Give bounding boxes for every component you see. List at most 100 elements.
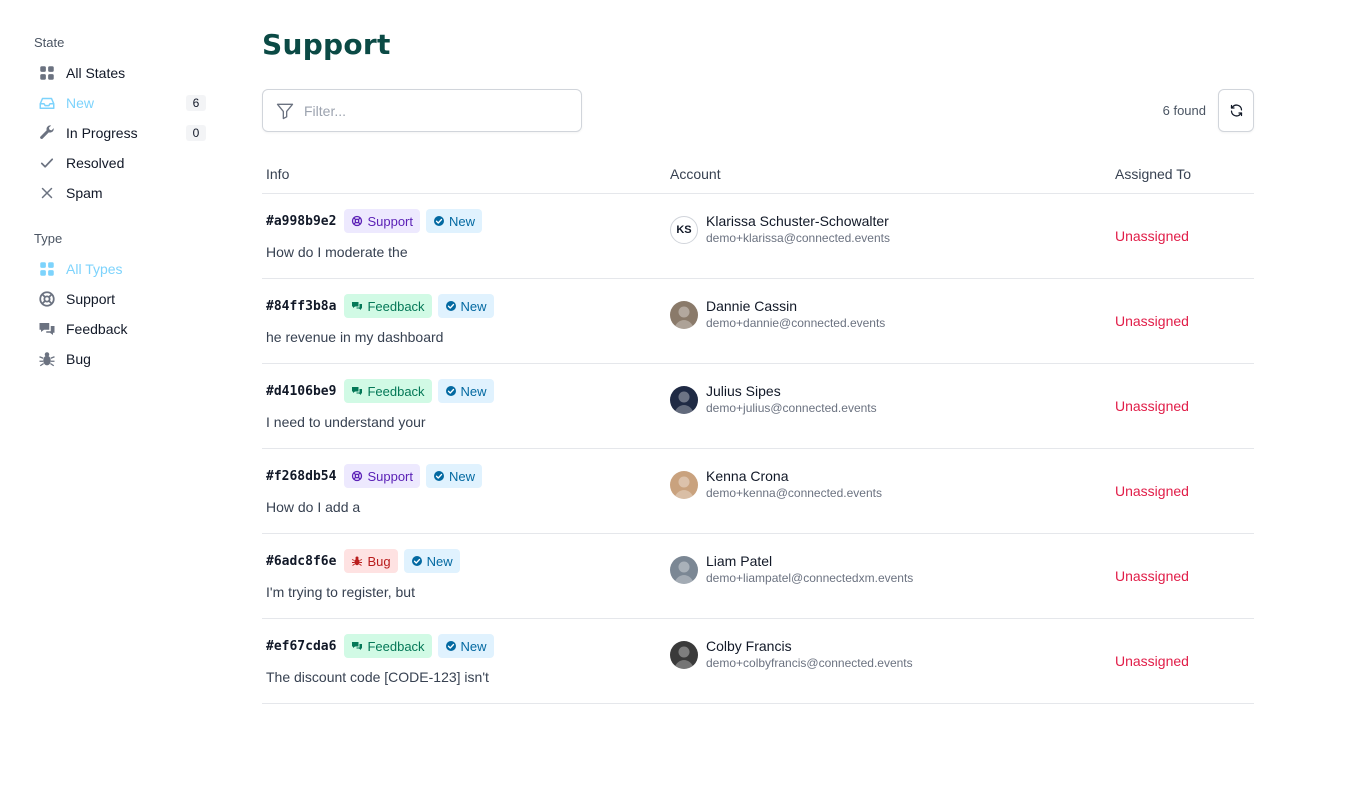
- ticket-id: #f268db54: [266, 468, 337, 484]
- ticket-snippet: I'm trying to register, but: [266, 584, 415, 600]
- account-details: Dannie Cassin demo+dannie@connected.event…: [706, 298, 885, 331]
- refresh-button[interactable]: [1218, 89, 1254, 132]
- account-email: demo+dannie@connected.events: [706, 316, 886, 330]
- sidebar-item-label: All Types: [66, 261, 123, 277]
- ticket-id: #6adc8f6e: [266, 553, 337, 569]
- ticket-snippet: he revenue in my dashboard: [266, 329, 444, 345]
- avatar: [670, 470, 698, 499]
- column-header-info[interactable]: Info: [266, 166, 289, 182]
- table-row[interactable]: #ef67cda6 Feedback New The discount code [C…: [262, 619, 1254, 704]
- account-cell[interactable]: Colby Francis demo+colbyfrancis@connected…: [670, 638, 913, 671]
- account-cell[interactable]: Liam Patel demo+liampatel@connectedxm.eve…: [670, 553, 913, 586]
- type-badge: Feedback: [344, 379, 432, 403]
- badge-label: Feedback: [367, 298, 425, 314]
- sidebar-item-feedback[interactable]: Feedback: [34, 314, 206, 344]
- lifebuoy-icon: [351, 215, 367, 227]
- sidebar-item-bug[interactable]: Bug: [34, 344, 206, 374]
- badge-label: New: [460, 298, 487, 314]
- ticket-id: #a998b9e2: [266, 213, 337, 229]
- count-badge: 6: [186, 95, 206, 111]
- assigned-to[interactable]: Unassigned: [1115, 568, 1189, 584]
- assigned-to[interactable]: Unassigned: [1115, 483, 1189, 499]
- badge-label: New: [449, 468, 476, 484]
- status-badge: New: [437, 634, 494, 658]
- table-row[interactable]: #84ff3b8a Feedback New he revenue in my das…: [262, 279, 1254, 364]
- account-name: Julius Sipes: [706, 383, 781, 399]
- sidebar-item-new[interactable]: New 6: [34, 88, 206, 118]
- ticket-header: #f268db54 Support New: [266, 464, 488, 488]
- account-email: demo+julius@connected.events: [706, 401, 877, 415]
- account-cell[interactable]: Dannie Cassin demo+dannie@connected.event…: [670, 298, 885, 331]
- sidebar-item-support[interactable]: Support: [34, 284, 206, 314]
- table-row[interactable]: #6adc8f6e Bug New I'm trying to register, b…: [262, 534, 1254, 619]
- account-name: Klarissa Schuster-Schowalter: [706, 213, 889, 229]
- column-header-assigned[interactable]: Assigned To: [1115, 166, 1191, 182]
- badge-label: New: [449, 213, 476, 229]
- table-header: Info Account Assigned To: [262, 155, 1254, 194]
- chat-bubbles-icon: [351, 640, 367, 652]
- status-badge: New: [426, 464, 483, 488]
- table-row[interactable]: #f268db54 Support New How do I add a Kenna C…: [262, 449, 1254, 534]
- type-badge: Bug: [344, 549, 398, 573]
- type-section-title: Type: [34, 231, 63, 246]
- check-circle-icon: [433, 470, 449, 482]
- x-icon: [38, 184, 56, 202]
- account-cell[interactable]: Kenna Crona demo+kenna@connected.events: [670, 468, 882, 501]
- account-details: Kenna Crona demo+kenna@connected.events: [706, 468, 882, 501]
- badge-label: New: [460, 638, 487, 654]
- account-details: Colby Francis demo+colbyfrancis@connected…: [706, 638, 913, 671]
- badge-label: Feedback: [367, 638, 425, 654]
- assigned-to[interactable]: Unassigned: [1115, 228, 1189, 244]
- account-email: demo+klarissa@connected.events: [706, 231, 890, 245]
- sidebar-item-label: All States: [66, 65, 126, 81]
- filter-input[interactable]: [304, 102, 564, 119]
- page-title: Support: [262, 28, 391, 61]
- ticket-header: #ef67cda6 Feedback New: [266, 634, 500, 658]
- chat-bubbles-icon: [38, 320, 56, 338]
- avatar: [670, 385, 698, 414]
- assigned-to[interactable]: Unassigned: [1115, 398, 1189, 414]
- ticket-snippet: The discount code [CODE-123] isn't: [266, 669, 489, 685]
- sidebar-item-spam[interactable]: Spam: [34, 178, 206, 208]
- account-email: demo+kenna@connected.events: [706, 486, 882, 500]
- ticket-header: #6adc8f6e Bug New: [266, 549, 466, 573]
- assigned-to[interactable]: Unassigned: [1115, 653, 1189, 669]
- sidebar-item-label: Bug: [66, 351, 91, 367]
- bug-icon: [351, 555, 367, 567]
- type-badge: Feedback: [344, 294, 432, 318]
- account-cell[interactable]: Julius Sipes demo+julius@connected.events: [670, 383, 877, 416]
- status-badge: New: [437, 379, 494, 403]
- state-section-title: State: [34, 35, 65, 50]
- sidebar-item-in-progress[interactable]: In Progress 0: [34, 118, 206, 148]
- table-row[interactable]: #a998b9e2 Support New How do I moderate the…: [262, 194, 1254, 279]
- status-badge: New: [426, 209, 483, 233]
- account-name: Liam Patel: [706, 553, 773, 569]
- count-badge: 0: [186, 125, 206, 141]
- check-icon: [38, 154, 56, 172]
- filter-box[interactable]: [262, 89, 582, 132]
- chat-bubbles-icon: [351, 385, 367, 397]
- assigned-to[interactable]: Unassigned: [1115, 313, 1189, 329]
- sidebar-item-all-states[interactable]: All States: [34, 58, 206, 88]
- inbox-icon: [38, 94, 56, 112]
- wrench-icon: [38, 124, 56, 142]
- ticket-id: #ef67cda6: [266, 638, 337, 654]
- ticket-snippet: How do I add a: [266, 499, 361, 515]
- sidebar: State All States New 6 In Progress 0 Resolved…: [34, 36, 214, 374]
- table-row[interactable]: #d4106be9 Feedback New I need to understand…: [262, 364, 1254, 449]
- tickets-table: Info Account Assigned To #a998b9e2 Suppor…: [262, 155, 1254, 704]
- lifebuoy-icon: [351, 470, 367, 482]
- sidebar-item-label: Feedback: [66, 321, 128, 337]
- account-email: demo+liampatel@connectedxm.events: [706, 571, 914, 585]
- check-circle-icon: [445, 300, 461, 312]
- ticket-id: #d4106be9: [266, 383, 337, 399]
- account-cell[interactable]: KS Klarissa Schuster-Schowalter demo+klari…: [670, 213, 890, 246]
- column-header-account[interactable]: Account: [670, 166, 721, 182]
- account-details: Julius Sipes demo+julius@connected.events: [706, 383, 877, 416]
- check-circle-icon: [411, 555, 427, 567]
- table-body: #a998b9e2 Support New How do I moderate the…: [262, 194, 1254, 704]
- sidebar-item-all-types[interactable]: All Types: [34, 254, 206, 284]
- sidebar-item-resolved[interactable]: Resolved: [34, 148, 206, 178]
- account-email: demo+colbyfrancis@connected.events: [706, 656, 913, 670]
- check-circle-icon: [445, 640, 461, 652]
